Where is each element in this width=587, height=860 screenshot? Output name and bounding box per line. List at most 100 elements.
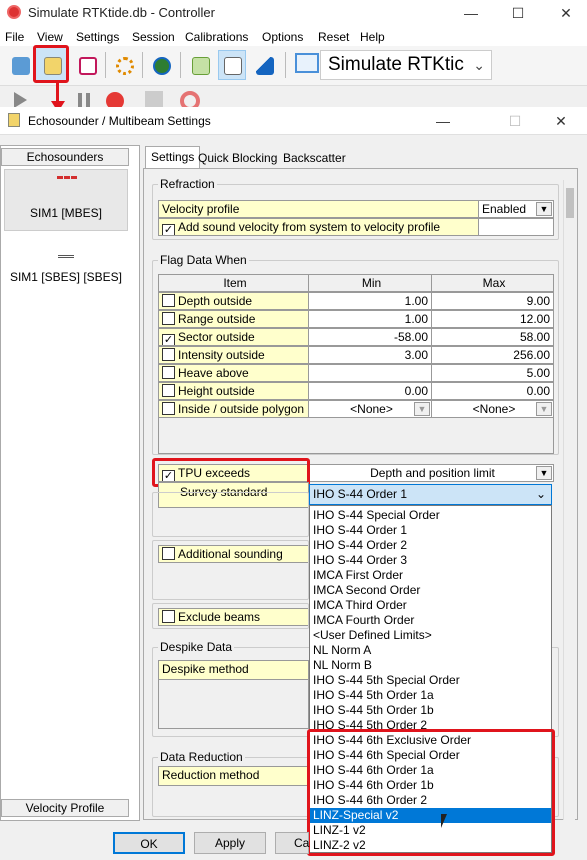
dropdown-option[interactable]: IHO S-44 5th Order 1a	[310, 688, 551, 703]
flag-row-max[interactable]: 256.00	[431, 346, 554, 364]
tpu-limit-select[interactable]: Depth and position limit ▼	[308, 464, 554, 482]
flag-row-max[interactable]: 0.00	[431, 382, 554, 400]
calculator-button[interactable]	[6, 50, 34, 80]
flag-row-checkbox[interactable]	[162, 366, 175, 379]
flag-row-min[interactable]: 0.00	[308, 382, 432, 400]
play-icon[interactable]	[14, 92, 27, 108]
scrollbar-thumb[interactable]	[566, 188, 574, 218]
dialog-title: Echosounder / Multibeam Settings	[28, 114, 211, 128]
flag-row-min-value: 1.00	[404, 312, 428, 326]
device-item-mbes[interactable]: SIM1 [MBES]	[4, 169, 128, 231]
menu-view[interactable]: View	[37, 30, 63, 44]
dialog-maximize-icon: ☐	[508, 113, 522, 129]
flag-row-max[interactable]: 9.00	[431, 292, 554, 310]
menu-session[interactable]: Session	[132, 30, 175, 44]
dropdown-option[interactable]: IHO S-44 5th Special Order	[310, 673, 551, 688]
apply-button[interactable]: Apply	[194, 832, 266, 854]
maximize-icon[interactable]: ☐	[507, 2, 529, 24]
velocity-profile-select[interactable]: Enabled ▼	[478, 200, 554, 218]
flag-row-item[interactable]: Heave above	[158, 364, 309, 382]
add-sound-velocity-label: Add sound velocity from system to veloci…	[178, 220, 441, 234]
panel-scrollbar[interactable]	[563, 180, 575, 820]
flag-row-max-value: <None>	[472, 402, 516, 416]
dialog-close-icon[interactable]: ✕	[550, 110, 572, 132]
flag-row-item[interactable]: Intensity outside	[158, 346, 309, 364]
flag-row-max[interactable]: 12.00	[431, 310, 554, 328]
flag-row-label: Intensity outside	[178, 348, 265, 362]
dropdown-option[interactable]: IMCA First Order	[310, 568, 551, 583]
ok-button[interactable]: OK	[113, 832, 185, 854]
dropdown-option[interactable]: IHO S-44 Order 2	[310, 538, 551, 553]
dropdown-option[interactable]: IMCA Third Order	[310, 598, 551, 613]
dialog-minimize-icon[interactable]: —	[432, 110, 454, 132]
chevron-down-icon: ▼	[536, 202, 552, 216]
globe-button[interactable]	[147, 50, 175, 80]
flag-row-max-value: 9.00	[526, 294, 550, 308]
flag-row-max-value: 5.00	[526, 366, 550, 380]
flag-row-max-value: 256.00	[513, 348, 550, 362]
profile-select[interactable]: Simulate RTKtic ⌄	[320, 50, 492, 80]
flag-row-min[interactable]: <None> ▼	[308, 400, 432, 418]
menu-file[interactable]: File	[5, 30, 24, 44]
dropdown-option[interactable]: IHO S-44 Order 3	[310, 553, 551, 568]
flag-row-item[interactable]: Depth outside	[158, 292, 309, 310]
flag-row-max[interactable]: 5.00	[431, 364, 554, 382]
add-sound-velocity-row[interactable]: ✓ Add sound velocity from system to veloc…	[158, 218, 479, 236]
export-button[interactable]	[186, 50, 214, 80]
chevron-down-icon: ▼	[414, 402, 430, 416]
flag-row-checkbox[interactable]	[162, 348, 175, 361]
dropdown-option[interactable]: IHO S-44 Order 1	[310, 523, 551, 538]
close-main-icon[interactable]: ✕	[555, 2, 577, 24]
flag-row-max[interactable]: 58.00	[431, 328, 554, 346]
menu-calibrations[interactable]: Calibrations	[185, 30, 248, 44]
menu-options[interactable]: Options	[262, 30, 303, 44]
add-sound-velocity-checkbox[interactable]: ✓	[162, 224, 175, 235]
flag-row-item[interactable]: Range outside	[158, 310, 309, 328]
menu-settings[interactable]: Settings	[76, 30, 119, 44]
chevron-down-icon: ⌄	[535, 487, 546, 501]
dropdown-option[interactable]: IHO S-44 5th Order 1b	[310, 703, 551, 718]
dropdown-option[interactable]: IHO S-44 Special Order	[310, 508, 551, 523]
app-logo-icon	[7, 5, 21, 19]
echosounder-settings-button[interactable]	[33, 45, 69, 83]
flag-row-checkbox[interactable]	[162, 384, 175, 397]
survey-standard-value: IHO S-44 Order 1	[313, 487, 408, 501]
velocity-profile-button[interactable]	[73, 50, 101, 80]
flag-row-item[interactable]: Height outside	[158, 382, 309, 400]
despike-method-label: Despike method	[158, 660, 309, 680]
flag-row-label: Inside / outside polygon	[178, 402, 305, 416]
flag-row-max[interactable]: <None> ▼	[431, 400, 554, 418]
flag-row-min[interactable]: 1.00	[308, 292, 432, 310]
flag-row-min[interactable]	[308, 364, 432, 382]
flag-row-checkbox[interactable]	[162, 402, 175, 415]
device-item-sbes[interactable]: SIM1 [SBES] [SBES]	[4, 236, 128, 286]
cancel-button[interactable]: Ca	[275, 832, 309, 854]
flag-data-label: Flag Data When	[158, 253, 249, 267]
tab-quick-blocking[interactable]: Quick Blocking	[193, 148, 282, 168]
menu-help[interactable]: Help	[360, 30, 385, 44]
document-button[interactable]	[218, 50, 246, 80]
flag-row-checkbox[interactable]	[162, 312, 175, 325]
flag-row-checkbox[interactable]	[162, 294, 175, 307]
survey-standard-select[interactable]: IHO S-44 Order 1 ⌄	[309, 484, 552, 505]
chart-button[interactable]	[250, 50, 278, 80]
flag-row-checkbox[interactable]: ✓	[162, 334, 175, 345]
tab-backscatter[interactable]: Backscatter	[278, 148, 351, 168]
flag-row-item[interactable]: Inside / outside polygon	[158, 400, 309, 418]
dropdown-option[interactable]: NL Norm A	[310, 643, 551, 658]
pause-icon[interactable]	[78, 93, 82, 107]
flag-row-min[interactable]: 1.00	[308, 310, 432, 328]
flag-row-min[interactable]: 3.00	[308, 346, 432, 364]
menu-reset[interactable]: Reset	[318, 30, 349, 44]
dropdown-option[interactable]: <User Defined Limits>	[310, 628, 551, 643]
minimize-icon[interactable]: —	[460, 2, 482, 24]
dropdown-option[interactable]: IMCA Second Order	[310, 583, 551, 598]
dropdown-option[interactable]: NL Norm B	[310, 658, 551, 673]
dropdown-option[interactable]: IMCA Fourth Order	[310, 613, 551, 628]
velocity-profile-tab[interactable]: Velocity Profile	[1, 799, 129, 817]
flag-row-item[interactable]: ✓ Sector outside	[158, 328, 309, 346]
settings-button[interactable]	[110, 50, 138, 80]
flag-row-min[interactable]: -58.00	[308, 328, 432, 346]
toolbar-divider	[142, 52, 143, 78]
gear-icon	[116, 57, 134, 75]
